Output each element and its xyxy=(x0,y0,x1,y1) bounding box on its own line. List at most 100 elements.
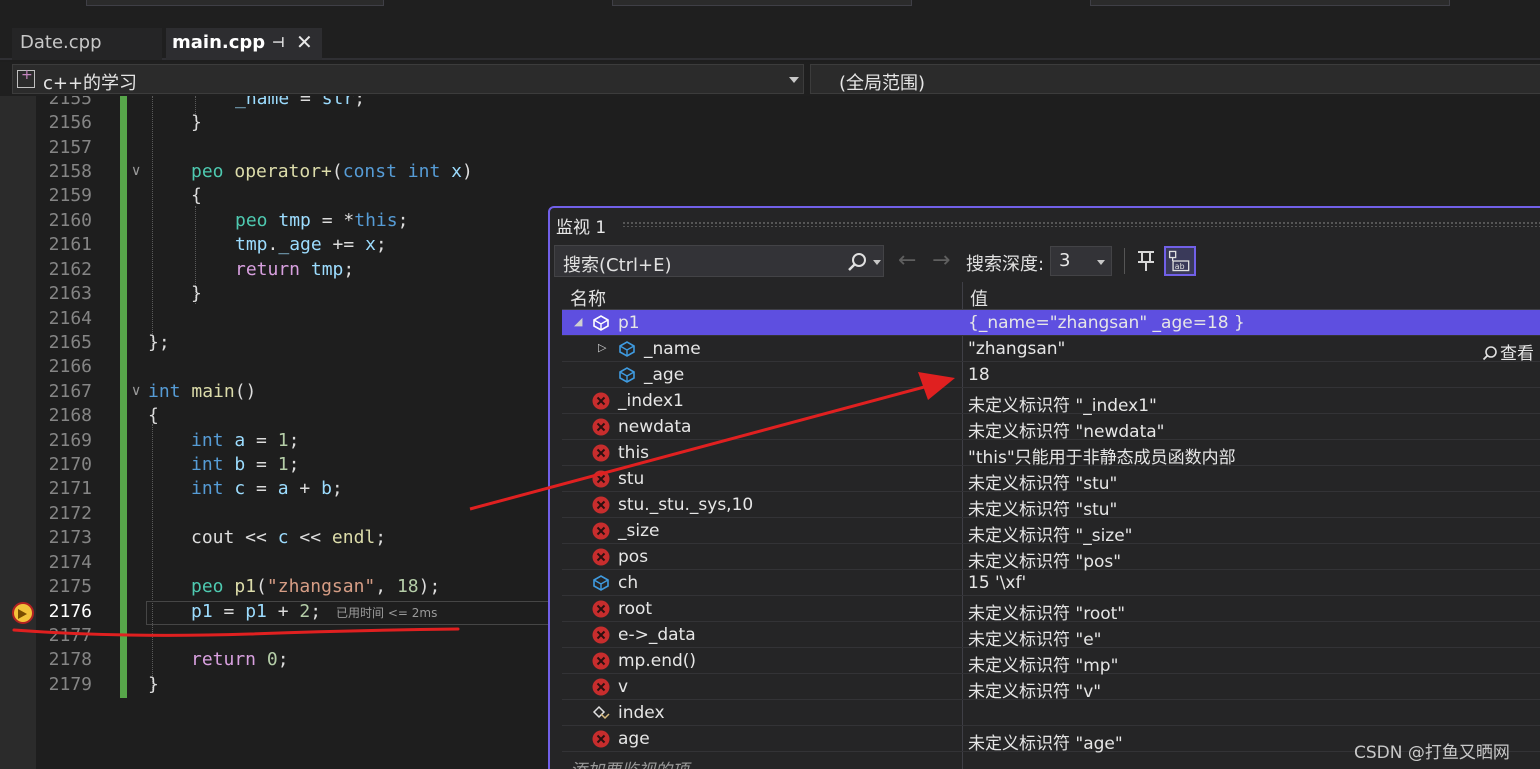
watch-row-value: 未定义标识符 "_index1" xyxy=(968,396,1157,416)
field-icon xyxy=(619,341,635,357)
code-line[interactable]: 2169 int a = 1; xyxy=(0,429,560,453)
code-line[interactable]: 2159 { xyxy=(0,184,560,208)
error-icon xyxy=(592,444,610,462)
line-number: 2167 xyxy=(48,381,92,402)
watch-row[interactable]: pos 未定义标识符 "pos" xyxy=(562,544,1540,572)
watch-row[interactable]: stu._stu._sys,10 未定义标识符 "stu" xyxy=(562,492,1540,520)
watch-row-name: pos xyxy=(618,547,649,567)
watermark-text: CSDN @打鱼又晒网 xyxy=(1354,743,1510,763)
expand-triangle-icon[interactable]: ▷ xyxy=(598,341,606,354)
error-icon xyxy=(592,678,610,696)
watch-window[interactable]: 监视 1 搜索(Ctrl+E) ← → 搜索深度: 3 ab 名称 值 ◢ p1… xyxy=(548,206,1540,769)
code-line[interactable]: 2160 peo tmp = *this; xyxy=(0,209,560,233)
code-line[interactable]: 2157 xyxy=(0,136,560,160)
add-watch-item[interactable]: 添加要监视的项 xyxy=(570,756,689,769)
watch-row-name: this xyxy=(618,443,650,463)
tab-main-cpp[interactable]: main.cpp ⊣ ✕ xyxy=(166,28,322,60)
code-line[interactable]: 2155 _name = str; xyxy=(0,96,560,111)
code-line[interactable]: 2171 int c = a + b; xyxy=(0,477,560,501)
watch-row[interactable]: newdata 未定义标识符 "newdata" xyxy=(562,414,1540,442)
toolbar-combo-3[interactable] xyxy=(1090,0,1450,6)
svg-text:ab: ab xyxy=(1175,262,1185,271)
watch-title-bar[interactable]: 监视 1 xyxy=(550,208,1540,240)
line-number: 2156 xyxy=(48,112,92,133)
watch-row[interactable]: _age 18 xyxy=(562,362,1540,388)
search-forward-icon[interactable]: → xyxy=(932,248,950,273)
watch-search-input[interactable]: 搜索(Ctrl+E) xyxy=(554,245,884,277)
code-text: }; xyxy=(148,332,170,353)
line-number: 2160 xyxy=(48,210,92,231)
line-number: 2168 xyxy=(48,405,92,426)
watch-row[interactable]: mp.end() 未定义标识符 "mp" xyxy=(562,648,1540,676)
error-icon xyxy=(592,548,610,566)
code-line[interactable]: 2174 xyxy=(0,551,560,575)
line-number: 2165 xyxy=(48,332,92,353)
column-header-value[interactable]: 值 xyxy=(970,285,988,311)
hex-display-icon[interactable]: ab xyxy=(1164,246,1196,276)
code-text: peo p1("zhangsan", 18); xyxy=(191,576,441,597)
search-depth-label: 搜索深度: xyxy=(966,254,1045,275)
watch-row[interactable]: e->_data 未定义标识符 "e" xyxy=(562,622,1540,650)
chevron-down-icon[interactable] xyxy=(873,260,881,265)
watch-row[interactable]: _size 未定义标识符 "_size" xyxy=(562,518,1540,546)
watch-row[interactable]: index xyxy=(562,700,1540,726)
project-dropdown[interactable]: c++的学习 xyxy=(12,64,804,94)
code-line[interactable]: 2178 return 0; xyxy=(0,648,560,672)
code-line[interactable]: 2162 return tmp; xyxy=(0,258,560,282)
toolbar-combo-2[interactable] xyxy=(612,0,912,6)
watch-row-value: 未定义标识符 "mp" xyxy=(968,656,1119,676)
watch-row[interactable]: ch 15 '\xf' xyxy=(562,570,1540,596)
watch-row[interactable]: this "this"只能用于非静态成员函数内部 xyxy=(562,440,1540,468)
fold-chevron-icon[interactable]: ∨ xyxy=(131,163,141,179)
code-line[interactable]: 2158 ∨ peo operator+(const int x) xyxy=(0,160,560,184)
search-depth-select[interactable]: 3 xyxy=(1050,246,1112,276)
code-text: } xyxy=(148,674,159,695)
watch-row[interactable]: ◢ p1 {_name="zhangsan" _age=18 } xyxy=(562,310,1540,336)
code-line[interactable]: 2164 xyxy=(0,307,560,331)
code-line[interactable]: 2161 tmp._age += x; xyxy=(0,233,560,257)
watch-row[interactable]: _index1 未定义标识符 "_index1" xyxy=(562,388,1540,416)
code-line[interactable]: 2172 xyxy=(0,502,560,526)
watch-row-value: 未定义标识符 "age" xyxy=(968,734,1123,754)
code-text: cout << c << endl; xyxy=(191,527,387,548)
close-tab-icon[interactable]: ✕ xyxy=(296,27,313,57)
watch-column-header: 名称 值 xyxy=(562,282,1540,310)
code-line[interactable]: 2173 cout << c << endl; xyxy=(0,526,560,550)
pin-tab-icon[interactable]: ⊣ xyxy=(272,28,285,58)
code-line[interactable]: 2163 } xyxy=(0,282,560,306)
code-line[interactable]: 2175 peo p1("zhangsan", 18); xyxy=(0,575,560,599)
elapsed-time-hint: 已用时间 <= 2ms xyxy=(336,606,438,620)
code-line[interactable]: 2170 int b = 1; xyxy=(0,453,560,477)
code-text: p1 = p1 + 2; xyxy=(191,601,322,622)
watch-row[interactable]: v 未定义标识符 "v" xyxy=(562,674,1540,702)
watch-row[interactable]: stu 未定义标识符 "stu" xyxy=(562,466,1540,494)
code-line[interactable]: 2179 } xyxy=(0,673,560,697)
search-back-icon[interactable]: ← xyxy=(898,248,916,273)
watch-row-name: stu._stu._sys,10 xyxy=(618,495,754,515)
pin-icon[interactable] xyxy=(1132,246,1160,274)
code-line[interactable]: 2156 } xyxy=(0,111,560,135)
scope-dropdown[interactable]: (全局范围) xyxy=(810,64,1540,94)
code-line[interactable]: 2165 }; xyxy=(0,331,560,355)
toolbar-combo-1[interactable] xyxy=(86,0,384,6)
text-visualizer-button[interactable]: 查看 xyxy=(1482,339,1534,364)
watch-row[interactable]: root 未定义标识符 "root" xyxy=(562,596,1540,624)
collapse-triangle-icon[interactable]: ◢ xyxy=(574,315,582,328)
line-number: 2176 xyxy=(48,601,92,622)
code-line[interactable]: 2177 xyxy=(0,624,560,648)
watch-row[interactable]: ▷ _name "zhangsan" 查看 xyxy=(562,336,1540,364)
search-icon[interactable] xyxy=(847,252,867,272)
line-number: 2157 xyxy=(48,137,92,158)
project-icon xyxy=(17,67,35,88)
column-header-name[interactable]: 名称 xyxy=(570,285,606,311)
fold-chevron-icon[interactable]: ∨ xyxy=(131,383,141,399)
code-line[interactable]: 2168 { xyxy=(0,404,560,428)
line-number: 2158 xyxy=(48,161,92,182)
code-line-current[interactable]: 2176 p1 = p1 + 2; 已用时间 <= 2ms xyxy=(0,600,560,624)
code-line[interactable]: 2166 xyxy=(0,355,560,379)
code-line[interactable]: 2167 ∨ int main() xyxy=(0,380,560,404)
drag-grip[interactable] xyxy=(622,221,1540,227)
column-resizer[interactable] xyxy=(962,282,963,310)
line-number: 2164 xyxy=(48,308,92,329)
tab-date-cpp[interactable]: Date.cpp xyxy=(12,28,162,60)
